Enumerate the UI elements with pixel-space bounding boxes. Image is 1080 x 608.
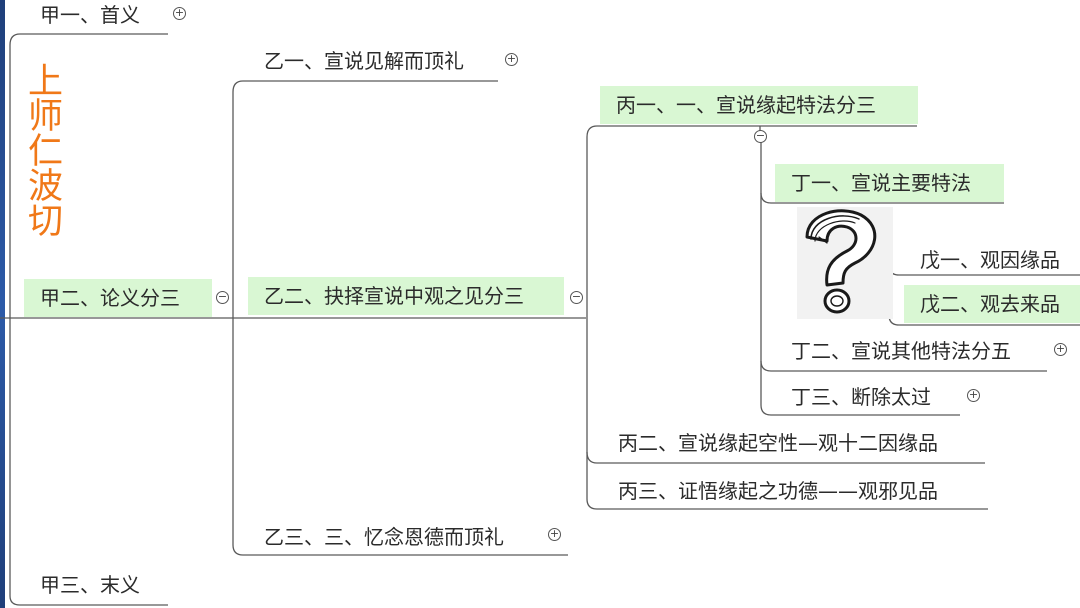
node-ding2[interactable]: 丁二、宣说其他特法分五 (775, 332, 1011, 370)
node-ding1[interactable]: 丁一、宣说主要特法 (775, 164, 1004, 202)
node-wu1[interactable]: 戊一、观因缘品 (904, 241, 1060, 279)
collapse-icon[interactable]: − (754, 130, 767, 143)
node-ding3-label: 丁三、断除太过 (791, 385, 931, 409)
node-ding1-label: 丁一、宣说主要特法 (791, 171, 971, 195)
node-bing1-label: 丙一、一、宣说缘起特法分三 (616, 93, 876, 117)
node-wu2-label: 戊二、观去来品 (920, 292, 1060, 316)
presenter-title-vertical: 上师仁波切 (22, 62, 62, 237)
node-yi3[interactable]: 乙三、三、忆念恩德而顶礼 (248, 518, 504, 556)
node-wu1-label: 戊一、观因缘品 (920, 248, 1060, 272)
node-bing3[interactable]: 丙三、证悟缘起之功德——观邪见品 (602, 472, 938, 510)
node-jia3-label: 甲三、末义 (40, 573, 140, 597)
question-mark-icon (805, 209, 877, 314)
node-jia2-label: 甲二、论义分三 (40, 286, 180, 310)
node-yi1-label: 乙一、宣说见解而顶礼 (264, 49, 464, 73)
node-wu2[interactable]: 戊二、观去来品 (904, 285, 1080, 323)
node-jia2-main[interactable]: 甲二、论义分三 (24, 279, 212, 317)
node-bing2[interactable]: 丙二、宣说缘起空性—观十二因缘品 (602, 424, 938, 462)
expand-icon[interactable]: + (1054, 343, 1067, 356)
expand-icon[interactable]: + (967, 389, 980, 402)
node-jia1-label: 甲一、首义 (40, 3, 140, 27)
question-mark-image (797, 207, 893, 319)
expand-icon[interactable]: + (505, 53, 518, 66)
node-ding2-label: 丁二、宣说其他特法分五 (791, 339, 1011, 363)
expand-icon[interactable]: + (548, 528, 561, 541)
node-yi2[interactable]: 乙二、抉择宣说中观之见分三 (248, 277, 564, 315)
node-yi2-label: 乙二、抉择宣说中观之见分三 (264, 284, 524, 308)
collapse-icon[interactable]: − (570, 291, 583, 304)
collapse-icon[interactable]: − (216, 291, 229, 304)
node-yi3-label: 乙三、三、忆念恩德而顶礼 (264, 525, 504, 549)
node-jia1-intro[interactable]: 甲一、首义 (24, 0, 140, 34)
node-bing3-label: 丙三、证悟缘起之功德——观邪见品 (618, 479, 938, 503)
node-bing1[interactable]: 丙一、一、宣说缘起特法分三 (600, 86, 918, 124)
node-yi1[interactable]: 乙一、宣说见解而顶礼 (248, 42, 464, 80)
expand-icon[interactable]: + (173, 7, 186, 20)
node-bing2-label: 丙二、宣说缘起空性—观十二因缘品 (618, 431, 938, 455)
node-jia3-end[interactable]: 甲三、末义 (24, 566, 140, 604)
node-ding3[interactable]: 丁三、断除太过 (775, 378, 931, 416)
